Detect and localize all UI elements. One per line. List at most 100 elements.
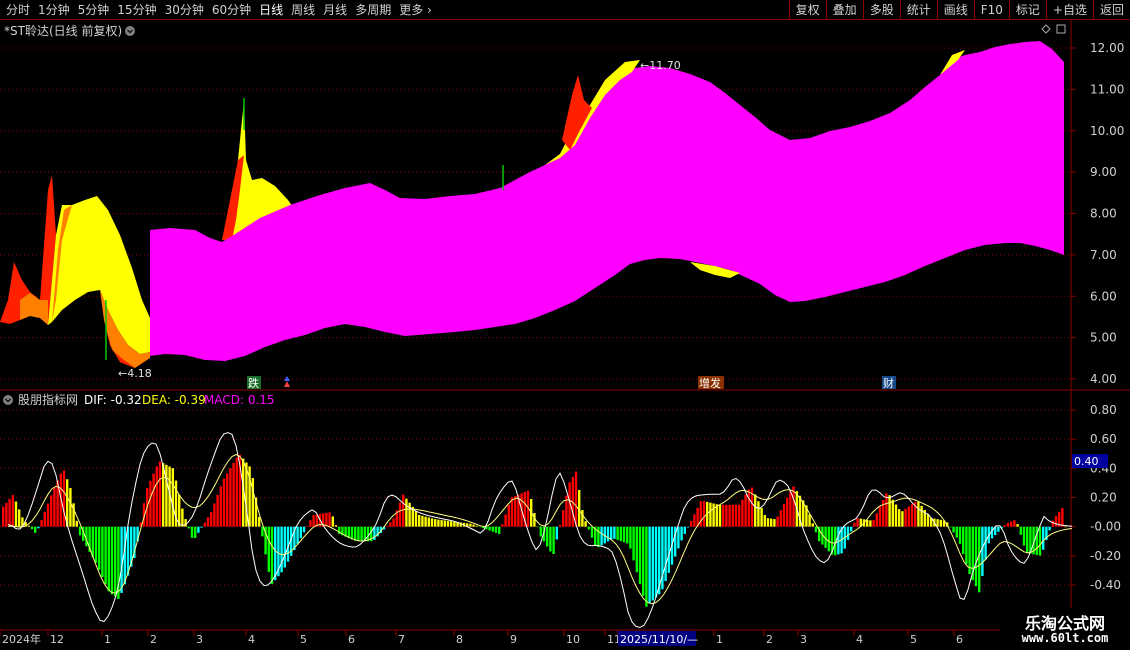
macd-bar [475,525,478,527]
macd-value: MACD: 0.15 [204,393,275,407]
price-tick-label: 12.00 [1090,41,1124,55]
macd-bar [402,494,405,527]
time-tick-label: 5 [300,633,307,646]
macd-bar [27,525,30,527]
macd-bar [219,486,222,527]
macd-bar [757,501,760,527]
event-marker-finance[interactable]: 财 [883,376,894,390]
chart-canvas[interactable]: *ST聆达(日线 前复权) ←11.70 ←4.18 跌 增发 财 12.001… [0,0,1130,650]
macd-bar [408,502,411,527]
current-value: 0.40 [1074,455,1099,468]
event-marker-issuance[interactable]: 增发 [699,376,721,390]
macd-bar [546,526,549,547]
macd-bar [2,506,5,527]
macd-bar [702,501,706,527]
time-tick-label: 6 [348,633,355,646]
macd-bar [712,503,715,527]
macd-bar [104,526,107,585]
macd-bar [786,497,789,527]
title-menu-icon[interactable] [125,26,135,36]
macd-bar [325,512,328,527]
macd-bar [491,526,494,532]
macd-bar [590,526,594,538]
macd-bar [1054,515,1058,527]
macd-bar [898,509,901,527]
macd-bar [331,516,334,527]
macd-bar [837,526,840,555]
macd-bar [725,504,728,527]
macd-bar [779,510,782,527]
macd-bar [488,526,491,531]
macd-bar [392,518,395,527]
time-tick-label: 8 [456,633,463,646]
indicator-tick-label: 0.60 [1090,432,1117,446]
macd-bar [1061,508,1064,527]
macd-bar [645,526,648,607]
macd-bar [514,495,517,527]
macd-bar [494,526,498,533]
macd-bar [1051,520,1054,527]
macd-bar [389,522,392,527]
macd-bar [693,514,696,527]
high-value: 11.70 [649,59,681,72]
macd-bar [610,526,613,540]
macd-bar [258,516,261,527]
macd-bar [789,491,792,527]
macd-bar [110,526,114,595]
watermark: 乐淘公式网 www.60lt.com [1000,608,1130,650]
macd-bar [584,521,587,527]
macd-bar [606,526,610,542]
macd-bar [773,519,776,527]
macd-bar [776,516,779,527]
macd-bar [1026,526,1029,554]
macd-bar [574,471,578,527]
triangle-up-icon[interactable] [284,381,290,387]
macd-bar [501,524,504,527]
macd-bar [267,526,270,572]
macd-bar [878,506,882,527]
macd-bar [357,526,360,542]
macd-bar [581,510,584,527]
macd-bar [194,526,197,539]
macd-bar [155,466,158,527]
macd-bar [446,520,450,527]
macd-bar [434,519,437,527]
macd-bar [283,526,286,568]
indicator-tick-label: -0.40 [1090,578,1121,592]
macd-bar [1019,526,1022,535]
price-tick-label: 6.00 [1090,289,1117,303]
macd-bar [638,526,642,585]
low-arrow: ← [118,367,127,380]
macd-bar [222,478,226,527]
macd-bar [162,463,165,527]
time-axis: 2024年 12 1 2 3 4 5 6 7 8 9 10 11 2025/11/10/— 1 2 3 4 5 6 [0,630,963,646]
price-tick-label: 11.00 [1090,82,1124,96]
macd-bar [718,504,722,527]
event-marker-drop[interactable]: 跌 [248,376,259,390]
macd-bar [731,504,734,527]
macd-bar [46,503,50,527]
macd-bar [766,518,770,527]
macd-bar [1006,522,1010,527]
macd-bar [1016,524,1019,527]
macd-bar [274,526,277,581]
macd-bar [1022,526,1026,546]
macd-bar [562,510,565,527]
macd-bar [190,526,194,538]
macd-bar [421,515,424,527]
macd-bar [418,515,421,527]
diamond-icon[interactable] [1041,24,1051,34]
macd-bar [667,526,670,573]
dea-value: DEA: -0.39 [142,393,206,407]
macd-bar [430,518,434,527]
macd-bar [642,526,645,596]
macd-bar [149,480,152,527]
macd-bar [296,526,299,545]
macd-bar [853,522,856,527]
macd-bar [43,511,46,527]
macd-bar [18,509,21,527]
indicator-menu-icon[interactable] [3,395,13,405]
square-icon[interactable] [1056,24,1066,34]
macd-bar [856,518,859,527]
macd-bar [78,526,82,536]
